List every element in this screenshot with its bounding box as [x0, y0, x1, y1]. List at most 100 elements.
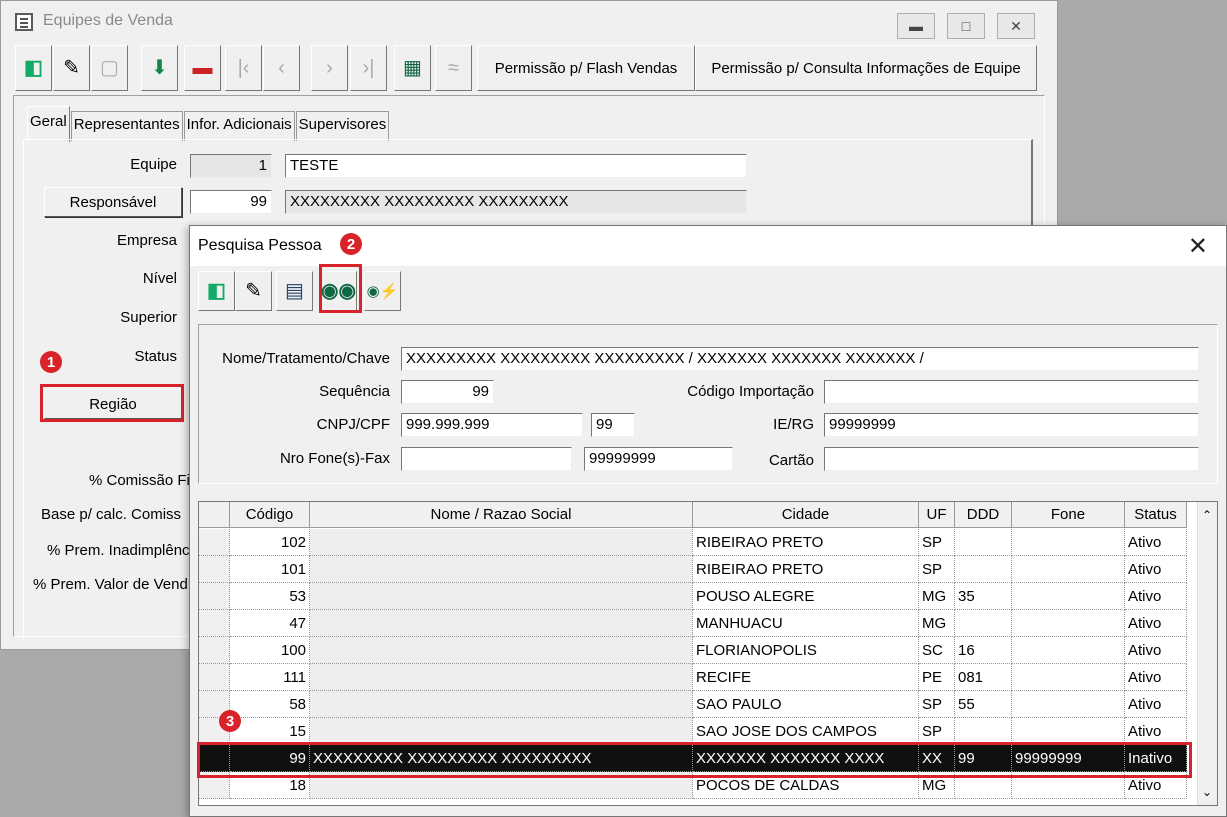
cell-fone	[1012, 610, 1125, 637]
exit-icon[interactable]: ◧	[198, 271, 235, 311]
cartao-label: Cartão	[768, 452, 814, 469]
pesquisa-dialog: Pesquisa Pessoa ✕ ◧ ✎ ▤ ◉◉ ◉⚡ Nome/Trata…	[189, 225, 1227, 817]
cell-uf: PE	[919, 664, 955, 691]
cell-cidade: RIBEIRAO PRETO	[693, 529, 919, 556]
responsavel-code-field[interactable]: 99	[190, 190, 272, 214]
row-indicator	[199, 637, 230, 664]
row-indicator	[199, 610, 230, 637]
cell-codigo: 101	[230, 556, 310, 583]
minimize-button[interactable]: ▬	[897, 13, 935, 39]
cell-nome	[310, 718, 693, 745]
cnpj-field[interactable]: 999.999.999	[401, 413, 583, 437]
cell-ddd	[955, 556, 1012, 583]
delete-tray-icon[interactable]: ▬	[184, 45, 221, 91]
cod-importacao-field[interactable]	[824, 380, 1199, 404]
cell-status: Ativo	[1125, 691, 1187, 718]
ie-rg-field[interactable]: 99999999	[824, 413, 1199, 437]
scroll-down-icon[interactable]: ⌄	[1202, 785, 1212, 799]
row-indicator-header	[199, 502, 230, 528]
cartao-field[interactable]	[824, 447, 1199, 471]
binoculars-flash-icon[interactable]: ◉⚡	[364, 271, 401, 311]
close-button[interactable]: ✕	[997, 13, 1035, 39]
col-header-codigo[interactable]: Código	[230, 502, 310, 528]
step-badge-3: 3	[219, 710, 241, 732]
cell-codigo: 102	[230, 529, 310, 556]
col-header-nome[interactable]: Nome / Razao Social	[310, 502, 693, 528]
row-indicator	[199, 664, 230, 691]
card-undo-icon[interactable]: ▤	[276, 271, 313, 311]
list-icon[interactable]: ▦	[394, 45, 431, 91]
cell-cidade: POUSO ALEGRE	[693, 583, 919, 610]
prem-inad-label: % Prem. Inadimplênc	[47, 542, 190, 559]
tab-supervisores[interactable]: Supervisores	[295, 111, 390, 141]
first-record-icon[interactable]: |‹	[225, 45, 262, 91]
step-badge-2: 2	[340, 233, 362, 255]
status-label: Status	[134, 348, 177, 365]
row-indicator	[199, 529, 230, 556]
cell-status: Ativo	[1125, 556, 1187, 583]
responsavel-button[interactable]: Responsável	[44, 187, 182, 217]
cell-codigo: 47	[230, 610, 310, 637]
tab-infor-adicionais[interactable]: Infor. Adicionais	[183, 111, 295, 141]
cell-codigo: 53	[230, 583, 310, 610]
cell-uf: SP	[919, 718, 955, 745]
consulta-equipe-button[interactable]: Permissão p/ Consulta Informações de Equ…	[695, 45, 1037, 91]
cnpj-dv-field[interactable]: 99	[591, 413, 635, 437]
nome-field[interactable]: XXXXXXXXX XXXXXXXXX XXXXXXXXX / XXXXXXX …	[401, 347, 1199, 371]
equipe-label: Equipe	[130, 156, 177, 173]
cell-ddd: 35	[955, 583, 1012, 610]
dialog-title: Pesquisa Pessoa	[198, 237, 322, 254]
fone-field-1[interactable]	[401, 447, 572, 471]
close-icon[interactable]: ✕	[1188, 232, 1208, 261]
title-bar: Equipes de Venda ▬ □ ✕	[1, 1, 1057, 41]
tab-representantes[interactable]: Representantes	[70, 111, 183, 141]
edit-disabled-icon[interactable]: ▢	[91, 45, 128, 91]
last-record-icon[interactable]: ›|	[350, 45, 387, 91]
cnpj-label: CNPJ/CPF	[316, 416, 390, 433]
regiao-highlight	[40, 384, 184, 422]
next-record-icon[interactable]: ›	[311, 45, 348, 91]
eraser-icon[interactable]: ✎	[235, 271, 272, 311]
cell-uf: SC	[919, 637, 955, 664]
cod-importacao-label: Código Importação	[687, 383, 814, 400]
equipe-name-field[interactable]: TESTE	[285, 154, 747, 178]
cell-ddd	[955, 718, 1012, 745]
cell-status: Ativo	[1125, 664, 1187, 691]
cell-codigo: 100	[230, 637, 310, 664]
save-tray-icon[interactable]: ⬇	[141, 45, 178, 91]
sequencia-field[interactable]: 99	[401, 380, 494, 404]
cell-fone	[1012, 529, 1125, 556]
col-header-fone[interactable]: Fone	[1012, 502, 1125, 528]
cell-status: Ativo	[1125, 637, 1187, 664]
comissao-label: % Comissão Fi	[89, 472, 190, 489]
prev-record-icon[interactable]: ‹	[263, 45, 300, 91]
eraser-icon[interactable]: ✎	[53, 45, 90, 91]
cell-nome	[310, 583, 693, 610]
window-title: Equipes de Venda	[43, 12, 173, 29]
cell-cidade: FLORIANOPOLIS	[693, 637, 919, 664]
col-header-uf[interactable]: UF	[919, 502, 955, 528]
cell-cidade: SAO PAULO	[693, 691, 919, 718]
exit-icon[interactable]: ◧	[15, 45, 52, 91]
search-highlight	[319, 264, 362, 313]
cell-codigo: 111	[230, 664, 310, 691]
row-highlight	[197, 742, 1192, 778]
scroll-up-icon[interactable]: ⌃	[1202, 508, 1212, 522]
col-header-status[interactable]: Status	[1125, 502, 1187, 528]
cell-nome	[310, 691, 693, 718]
col-header-cidade[interactable]: Cidade	[693, 502, 919, 528]
prem-valor-label: % Prem. Valor de Vend	[33, 576, 188, 593]
cell-cidade: RECIFE	[693, 664, 919, 691]
cell-cidade: MANHUACU	[693, 610, 919, 637]
equipe-code-field[interactable]: 1	[190, 154, 272, 178]
grid-scrollbar[interactable]: ⌃ ⌄	[1197, 502, 1217, 805]
tab-geral[interactable]: Geral	[27, 106, 70, 142]
ie-rg-label: IE/RG	[773, 416, 814, 433]
col-header-ddd[interactable]: DDD	[955, 502, 1012, 528]
wave-icon[interactable]: ≈	[435, 45, 472, 91]
flash-vendas-button[interactable]: Permissão p/ Flash Vendas	[477, 45, 695, 91]
maximize-button[interactable]: □	[947, 13, 985, 39]
cell-ddd: 081	[955, 664, 1012, 691]
cell-uf: MG	[919, 583, 955, 610]
cell-uf: SP	[919, 556, 955, 583]
